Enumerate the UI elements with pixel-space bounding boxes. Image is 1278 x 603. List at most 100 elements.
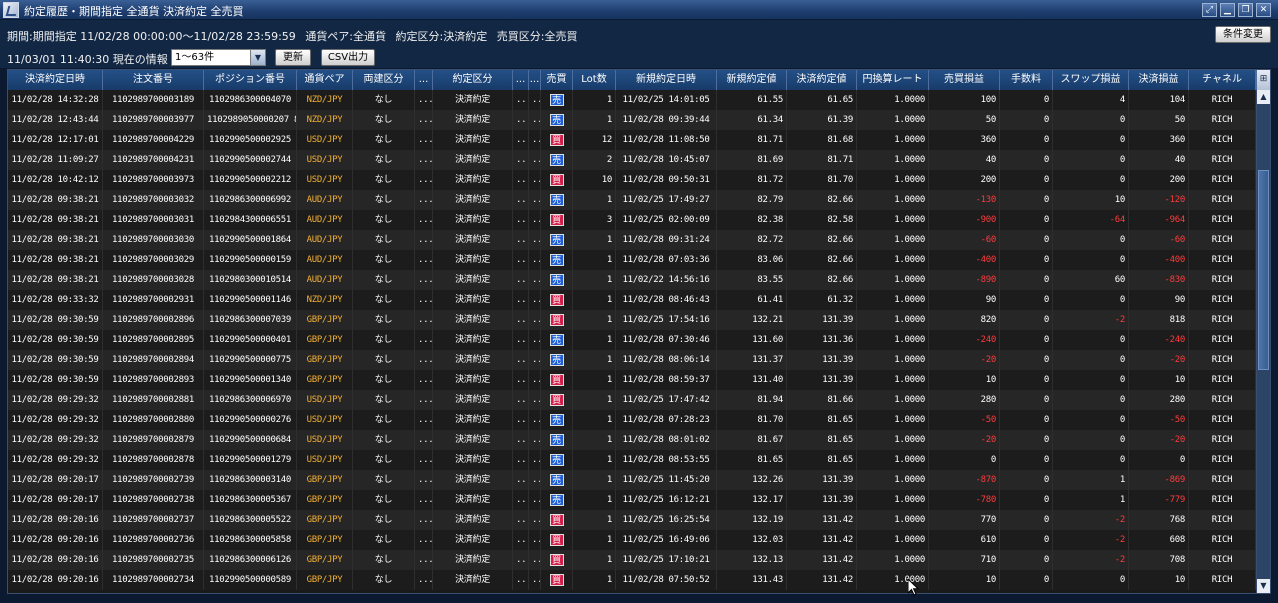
cell-pos: 1102990500000775	[204, 350, 297, 370]
close-button[interactable]: ✕	[1256, 3, 1271, 17]
csv-export-button[interactable]: CSV出力	[321, 49, 375, 66]
cell-rate: 1.0000	[857, 470, 929, 490]
cell-pl: -130	[929, 190, 1000, 210]
cell-order: 1102989700002736	[103, 530, 204, 550]
cell-x3: ...	[529, 470, 541, 490]
cell-hedge: なし	[353, 210, 415, 230]
table-row[interactable]: 11/02/28 09:38:21 1102989700003032 1102986…	[8, 190, 1256, 210]
column-header[interactable]: 注文番号	[103, 70, 204, 90]
cell-x3: ...	[529, 330, 541, 350]
table-row[interactable]: 11/02/28 09:29:32 1102989700002880 1102990…	[8, 410, 1256, 430]
cell-pl: -870	[929, 470, 1000, 490]
table-row[interactable]: 11/02/28 09:29:32 1102989700002881 1102986…	[8, 390, 1256, 410]
table-row[interactable]: 11/02/28 09:30:59 1102989700002893 1102990…	[8, 370, 1256, 390]
cell-type: 決済約定	[433, 90, 513, 110]
column-header[interactable]: 決済約定日時	[8, 70, 103, 90]
cell-ndt: 11/02/28 09:31:24	[616, 230, 717, 250]
scroll-thumb[interactable]	[1258, 170, 1269, 370]
cell-x1: ...	[415, 390, 433, 410]
cell-swap: -2	[1053, 550, 1129, 570]
change-condition-button[interactable]: 条件変更	[1215, 26, 1271, 43]
table-row[interactable]: 11/02/28 09:29:32 1102989700002879 1102990…	[8, 430, 1256, 450]
side-cell: 売	[541, 430, 573, 450]
range-select[interactable]: 1〜63件 ▼	[171, 49, 266, 66]
column-header[interactable]: ポジション番号	[204, 70, 297, 90]
resize-icon[interactable]: ⤢	[1202, 3, 1217, 17]
cell-swap: 4	[1053, 90, 1129, 110]
cell-x2: ...	[513, 190, 529, 210]
column-header[interactable]: チャネル	[1189, 70, 1256, 90]
column-header[interactable]: Lot数	[573, 70, 616, 90]
column-header[interactable]: スワップ損益	[1053, 70, 1129, 90]
cell-ndt: 11/02/25 17:54:16	[616, 310, 717, 330]
column-header[interactable]: 新規約定日時	[616, 70, 717, 90]
table-row[interactable]: 11/02/28 09:29:32 1102989700002878 1102990…	[8, 450, 1256, 470]
refresh-button[interactable]: 更新	[275, 49, 311, 66]
vertical-scrollbar[interactable]: ▲ ▼	[1256, 90, 1270, 593]
table-row[interactable]: 11/02/28 09:20:17 1102989700002738 1102986…	[8, 490, 1256, 510]
cell-dt: 11/02/28 12:17:01	[8, 130, 103, 150]
cell-cprice: 81.71	[787, 150, 857, 170]
cell-pl: 0	[929, 450, 1000, 470]
current-info-label: 11/03/01 11:40:30 現在の情報	[7, 53, 168, 66]
table-row[interactable]: 11/02/28 09:38:21 1102989700003028 1102980…	[8, 270, 1256, 290]
table-row[interactable]: 11/02/28 09:33:32 1102989700002931 1102990…	[8, 290, 1256, 310]
column-header[interactable]: ...	[529, 70, 541, 90]
column-header[interactable]: ...	[415, 70, 433, 90]
cell-order: 1102989700002881	[103, 390, 204, 410]
table-row[interactable]: 11/02/28 09:38:21 1102989700003031 1102984…	[8, 210, 1256, 230]
cell-dt: 11/02/28 09:20:17	[8, 470, 103, 490]
cell-swap: 1	[1053, 490, 1129, 510]
table-row[interactable]: 11/02/28 09:30:59 1102989700002896 1102986…	[8, 310, 1256, 330]
cell-order: 1102989700003977	[103, 110, 204, 130]
table-row[interactable]: 11/02/28 09:30:59 1102989700002895 1102990…	[8, 330, 1256, 350]
table-row[interactable]: 11/02/28 09:20:16 1102989700002734 1102990…	[8, 570, 1256, 590]
column-settings-icon[interactable]: ⊞	[1256, 70, 1270, 90]
cell-net: 818	[1129, 310, 1189, 330]
table-row[interactable]: 11/02/28 09:20:17 1102989700002739 1102986…	[8, 470, 1256, 490]
cell-x3: ...	[529, 270, 541, 290]
column-header[interactable]: 決済約定値	[787, 70, 857, 90]
cell-type: 決済約定	[433, 270, 513, 290]
cell-cprice: 131.39	[787, 470, 857, 490]
cell-nprice: 81.70	[717, 410, 787, 430]
minimize-button[interactable]: ▁	[1220, 3, 1235, 17]
table-row[interactable]: 11/02/28 09:20:16 1102989700002735 1102986…	[8, 550, 1256, 570]
table-row[interactable]: 11/02/28 09:20:16 1102989700002736 1102986…	[8, 530, 1256, 550]
table-row[interactable]: 11/02/28 12:43:44 1102989700003977 1102989…	[8, 110, 1256, 130]
cell-lot: 10	[573, 170, 616, 190]
column-header[interactable]: 通貨ペア	[297, 70, 353, 90]
maximize-button[interactable]: ❐	[1238, 3, 1253, 17]
table-row[interactable]: 11/02/28 09:38:21 1102989700003029 1102990…	[8, 250, 1256, 270]
column-header[interactable]: 両建区分	[353, 70, 415, 90]
cell-x2: ...	[513, 510, 529, 530]
column-header[interactable]: 決済損益	[1129, 70, 1189, 90]
scroll-down-icon[interactable]: ▼	[1257, 579, 1270, 593]
column-header[interactable]: 約定区分	[433, 70, 513, 90]
column-header[interactable]: 売買	[541, 70, 573, 90]
cell-ch: RICH	[1189, 250, 1256, 270]
chevron-down-icon[interactable]: ▼	[250, 50, 265, 65]
table-row[interactable]: 11/02/28 12:17:01 1102989700004229 1102990…	[8, 130, 1256, 150]
table-row[interactable]: 11/02/28 09:30:59 1102989700002894 1102990…	[8, 350, 1256, 370]
column-header[interactable]: ...	[513, 70, 529, 90]
cell-type: 決済約定	[433, 150, 513, 170]
table-row[interactable]: 11/02/28 14:32:28 1102989700003189 1102986…	[8, 90, 1256, 110]
column-header[interactable]: 手数料	[1000, 70, 1053, 90]
cell-nprice: 132.26	[717, 470, 787, 490]
table-row[interactable]: 11/02/28 11:09:27 1102989700004231 1102990…	[8, 150, 1256, 170]
table-row[interactable]: 11/02/28 09:20:16 1102989700002737 1102986…	[8, 510, 1256, 530]
sell-badge: 売	[549, 494, 564, 506]
cell-pair: GBP/JPY	[297, 350, 353, 370]
cell-ndt: 11/02/28 08:53:55	[616, 450, 717, 470]
cell-x2: ...	[513, 250, 529, 270]
column-header[interactable]: 新規約定値	[717, 70, 787, 90]
column-header[interactable]: 円換算レート	[857, 70, 929, 90]
scroll-up-icon[interactable]: ▲	[1257, 90, 1270, 104]
cell-hedge: なし	[353, 470, 415, 490]
app-icon	[3, 2, 19, 18]
column-header[interactable]: 売買損益	[929, 70, 1000, 90]
table-row[interactable]: 11/02/28 09:38:21 1102989700003030 1102990…	[8, 230, 1256, 250]
table-row[interactable]: 11/02/28 10:42:12 1102989700003973 1102990…	[8, 170, 1256, 190]
cell-swap: 0	[1053, 250, 1129, 270]
